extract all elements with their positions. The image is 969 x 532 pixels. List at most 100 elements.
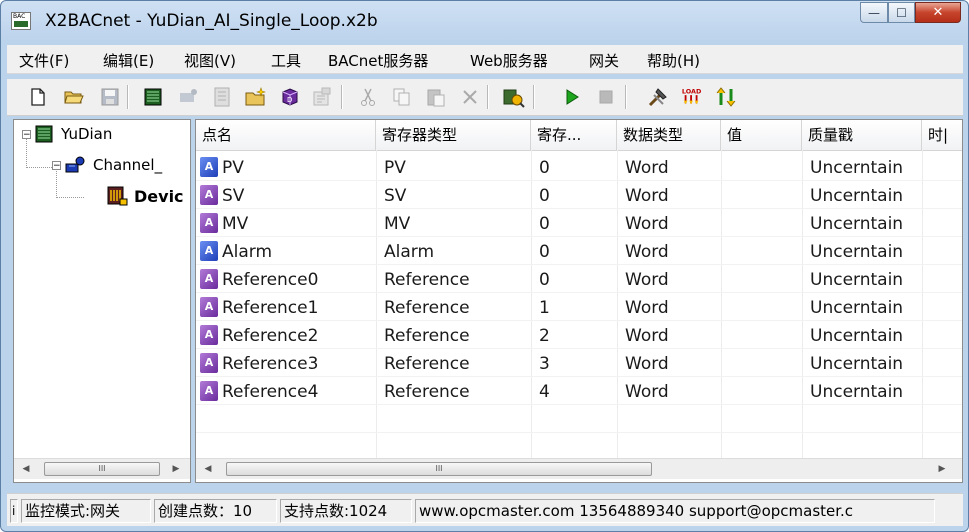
title-bar[interactable]: BAC X2BACnet - YuDian_AI_Single_Loop.x2b… [1,1,968,41]
table-row[interactable]: A Reference2 Reference 2 Word Uncerntain [196,322,962,350]
cell-register: 4 [539,382,550,402]
table-row[interactable]: A SV SV 0 Word Uncerntain [196,182,962,210]
cell-register-type: SV [384,186,407,206]
add-device-icon[interactable] [177,86,199,108]
column-header-time[interactable]: 时| [922,120,962,150]
analog-point-icon: A [200,157,218,177]
open-folder-icon[interactable] [63,86,85,108]
tree-connector [56,197,84,198]
point-name-text: Reference1 [222,298,319,318]
device-icon [106,186,128,206]
cell-register-type: Reference [384,354,470,374]
cell-register: 0 [539,158,550,178]
cell-quality: Uncerntain [810,270,904,290]
row-divider [196,180,962,181]
tree-node-root[interactable]: − YuDian [22,125,112,143]
cut-icon[interactable] [357,86,379,108]
row-divider [196,432,962,433]
add-folder-icon[interactable] [245,86,267,108]
add-3d-object-icon[interactable]: D [279,86,301,108]
analog-point-icon: A [200,381,218,401]
new-file-icon[interactable] [27,86,49,108]
table-row[interactable]: A Alarm Alarm 0 Word Uncerntain [196,238,962,266]
tools-icon[interactable] [647,86,669,108]
transfer-icon[interactable] [715,86,737,108]
cell-quality: Uncerntain [810,382,904,402]
delete-icon[interactable] [459,86,481,108]
row-divider [196,348,962,349]
tag-search-icon[interactable] [503,86,525,108]
cell-value [729,182,800,210]
tree-root-label: YuDian [61,125,113,143]
menu-tools[interactable]: 工具 [271,50,301,71]
cell-point-name: A Reference0 [200,266,372,294]
tree-node-channel[interactable]: − Channel_ [52,155,162,175]
table-horizontal-scrollbar[interactable]: ◀ III ▶ [196,458,962,479]
cell-value [729,378,800,406]
menu-edit[interactable]: 编辑(E) [103,50,154,71]
tree-root-icon [35,125,55,143]
cell-point-name: A SV [200,182,372,210]
menu-file[interactable]: 文件(F) [19,50,69,71]
column-header-point-name[interactable]: 点名 [196,120,376,150]
row-divider [196,208,962,209]
table-row[interactable]: A Reference1 Reference 1 Word Uncerntain [196,294,962,322]
stop-icon[interactable] [595,86,617,108]
status-marker: i [10,499,18,523]
tree-device-label: Devic [134,186,184,206]
cell-point-name: A Reference1 [200,294,372,322]
column-header-value[interactable]: 值 [721,120,802,150]
maximize-button[interactable]: ☐ [888,2,915,23]
copy-icon[interactable] [391,86,413,108]
tree-panel: − YuDian − Channel_ Devic ◀ III ▶ [13,119,191,483]
add-point-icon[interactable] [211,86,233,108]
cell-register: 0 [539,186,550,206]
save-icon[interactable] [99,86,121,108]
tree-horizontal-scrollbar[interactable]: ◀ III ▶ [14,458,190,479]
tree-scroll-thumb[interactable]: III [44,462,160,476]
analog-point-icon: A [200,213,218,233]
status-created-points: 创建点数：10 [154,499,277,523]
scroll-right-icon[interactable]: ▶ [932,459,952,479]
points-table: 点名 寄存器类型 寄存... 数据类型 值 质量戳 时| A PV PV 0 Word U… [195,119,963,483]
cell-register-type: Reference [384,382,470,402]
menu-bacnet-server[interactable]: BACnet服务器 [328,50,428,71]
collapse-icon[interactable]: − [22,129,31,139]
add-channel-icon[interactable] [143,86,165,108]
cell-register-type: Reference [384,270,470,290]
close-button[interactable]: ✕ [915,2,961,23]
row-divider [196,292,962,293]
cell-register: 0 [539,214,550,234]
table-row[interactable]: A MV MV 0 Word Uncerntain [196,210,962,238]
column-header-register-type[interactable]: 寄存器类型 [376,120,531,150]
column-header-quality[interactable]: 质量戳 [802,120,922,150]
menu-gateway[interactable]: 网关 [589,50,619,71]
scroll-left-icon[interactable]: ◀ [16,459,36,479]
scroll-left-icon[interactable]: ◀ [198,459,218,479]
menu-web-server[interactable]: Web服务器 [470,50,548,71]
svg-text:D: D [287,96,292,104]
column-header-register[interactable]: 寄存... [531,120,617,150]
tree-node-device[interactable]: Devic [106,186,184,206]
table-row[interactable]: A Reference3 Reference 3 Word Uncerntain [196,350,962,378]
paste-icon[interactable] [425,86,447,108]
cell-quality: Uncerntain [810,158,904,178]
app-window: BAC X2BACnet - YuDian_AI_Single_Loop.x2b… [0,0,969,532]
table-row[interactable]: A Reference4 Reference 4 Word Uncerntain [196,378,962,406]
cell-quality: Uncerntain [810,354,904,374]
scroll-right-icon[interactable]: ▶ [166,459,186,479]
collapse-icon[interactable]: − [52,160,61,170]
table-row[interactable]: A PV PV 0 Word Uncerntain [196,154,962,182]
table-row[interactable]: A Reference0 Reference 0 Word Uncerntain [196,266,962,294]
menu-help[interactable]: 帮助(H) [647,50,700,71]
row-divider [196,236,962,237]
point-name-text: MV [222,214,249,234]
minimize-button[interactable]: — [860,2,888,23]
load-icon[interactable]: LOAD [681,86,703,108]
menu-view[interactable]: 视图(V) [184,50,236,71]
properties-icon[interactable] [311,86,333,108]
table-scroll-thumb[interactable]: III [226,462,652,476]
cell-data-type: Word [625,326,669,346]
column-header-data-type[interactable]: 数据类型 [617,120,721,150]
start-icon[interactable] [561,86,583,108]
